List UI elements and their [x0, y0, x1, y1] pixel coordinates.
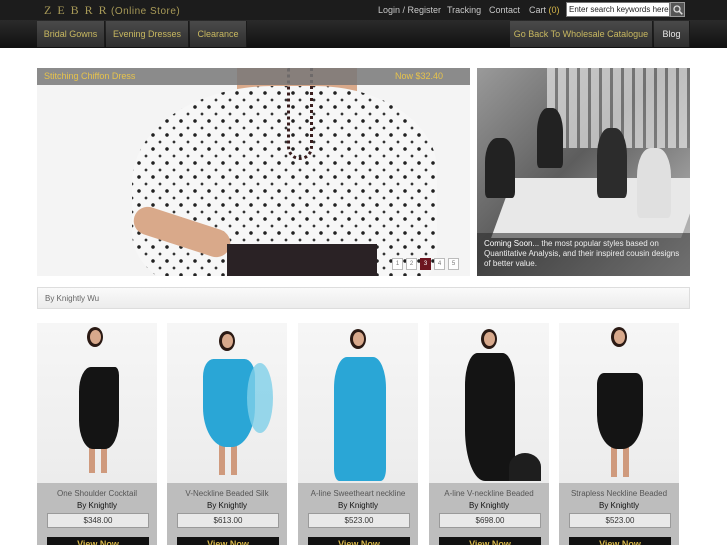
- product-image[interactable]: [298, 323, 418, 483]
- coming-soon-panel: Coming Soon... the most popular styles b…: [477, 68, 690, 276]
- dress-sweetheart-gown: [334, 357, 386, 481]
- product-info: Strapless Neckline Beaded By Knightly $5…: [559, 483, 679, 545]
- dress-v-neck-black: [465, 353, 515, 481]
- dress-strapless-black: [597, 373, 643, 449]
- product-price: $348.00: [47, 513, 149, 528]
- product-info: One Shoulder Cocktail By Knightly $348.0…: [37, 483, 157, 545]
- contact-link[interactable]: Contact: [489, 5, 520, 15]
- product-info: V-Neckline Beaded Silk By Knightly $613.…: [167, 483, 287, 545]
- banner-price: Now $32.40: [394, 71, 443, 81]
- view-now-button[interactable]: View Now: [177, 537, 279, 545]
- product-image[interactable]: [429, 323, 549, 483]
- dress-chiffon-wrap: [247, 363, 273, 433]
- site-logo-subtitle: (Online Store): [111, 6, 181, 17]
- coming-soon-lead: Coming Soon...: [484, 239, 540, 248]
- cart-count: (0): [548, 5, 560, 15]
- product-name[interactable]: Strapless Neckline Beaded: [559, 489, 679, 498]
- view-now-button[interactable]: View Now: [569, 537, 671, 545]
- banner-model-skirt: [227, 244, 377, 276]
- nav-evening-dresses[interactable]: Evening Dresses: [106, 21, 189, 47]
- product-name[interactable]: A-line V-neckline Beaded: [429, 489, 549, 498]
- view-now-button[interactable]: View Now: [47, 537, 149, 545]
- dress-model-face: [353, 332, 364, 346]
- slide-page-2[interactable]: 2: [406, 258, 417, 270]
- coming-soon-caption: Coming Soon... the most popular styles b…: [477, 233, 690, 276]
- dress-train: [509, 453, 541, 481]
- product-designer: By Knightly: [76, 501, 118, 510]
- banner-slideshow[interactable]: Stitching Chiffon Dress Now $32.40 1 2 3…: [37, 68, 470, 276]
- nav-blog[interactable]: Blog: [654, 21, 690, 47]
- product-designer: By Knightly: [206, 501, 248, 510]
- designer-bar: By Knightly Wu: [37, 287, 690, 309]
- dress-model-face: [222, 334, 233, 348]
- view-now-button[interactable]: View Now: [439, 537, 541, 545]
- view-now-button[interactable]: View Now: [308, 537, 410, 545]
- slide-page-4[interactable]: 4: [434, 258, 445, 270]
- photo-person: [597, 128, 627, 198]
- search-input[interactable]: Enter search keywords here: [566, 2, 670, 17]
- top-bar: ZEBRR (Online Store) Login / Register Tr…: [0, 0, 727, 20]
- main-nav: Bridal Gowns Evening Dresses Clearance G…: [0, 20, 727, 48]
- product-card[interactable]: One Shoulder Cocktail By Knightly $348.0…: [37, 323, 157, 545]
- slide-page-5[interactable]: 5: [448, 258, 459, 270]
- site-logo[interactable]: ZEBRR: [44, 3, 113, 18]
- nav-wholesale-catalogue[interactable]: Go Back To Wholesale Catalogue: [510, 21, 653, 47]
- product-price: $613.00: [177, 513, 279, 528]
- product-designer: By Knightly: [337, 501, 379, 510]
- product-card[interactable]: Strapless Neckline Beaded By Knightly $5…: [559, 323, 679, 545]
- product-image[interactable]: [559, 323, 679, 483]
- product-name[interactable]: A-line Sweetheart neckline: [298, 489, 418, 498]
- product-designer: By Knightly: [468, 501, 510, 510]
- banner-caption-bar: Stitching Chiffon Dress Now $32.40: [37, 68, 470, 85]
- product-info: A-line V-neckline Beaded By Knightly $69…: [429, 483, 549, 545]
- dress-one-shoulder: [79, 367, 119, 449]
- product-price: $523.00: [308, 513, 410, 528]
- slide-page-3[interactable]: 3: [420, 258, 431, 270]
- product-designer: By Knightly: [598, 501, 640, 510]
- slide-page-1[interactable]: 1: [392, 258, 403, 270]
- product-price: $523.00: [569, 513, 671, 528]
- cart-link[interactable]: Cart (0): [529, 5, 560, 15]
- banner-title[interactable]: Stitching Chiffon Dress: [44, 71, 135, 81]
- product-image[interactable]: [167, 323, 287, 483]
- dress-model-face: [484, 332, 495, 346]
- dress-model-face: [614, 330, 625, 344]
- search-button[interactable]: [670, 2, 685, 17]
- tracking-link[interactable]: Tracking: [447, 5, 481, 15]
- nav-bridal-gowns[interactable]: Bridal Gowns: [37, 21, 105, 47]
- cart-label: Cart: [529, 5, 547, 15]
- product-price: $698.00: [439, 513, 541, 528]
- login-register-link[interactable]: Login / Register: [378, 5, 441, 15]
- product-name[interactable]: V-Neckline Beaded Silk: [167, 489, 287, 498]
- photo-person: [537, 108, 563, 168]
- nav-clearance[interactable]: Clearance: [190, 21, 247, 47]
- product-card[interactable]: A-line V-neckline Beaded By Knightly $69…: [429, 323, 549, 545]
- photo-person: [485, 138, 515, 198]
- photo-person: [637, 148, 671, 218]
- product-card[interactable]: V-Neckline Beaded Silk By Knightly $613.…: [167, 323, 287, 545]
- product-name[interactable]: One Shoulder Cocktail: [37, 489, 157, 498]
- product-image[interactable]: [37, 323, 157, 483]
- search-icon: [672, 4, 683, 15]
- product-info: A-line Sweetheart neckline By Knightly $…: [298, 483, 418, 545]
- product-card[interactable]: A-line Sweetheart neckline By Knightly $…: [298, 323, 418, 545]
- dress-model-face: [90, 330, 101, 344]
